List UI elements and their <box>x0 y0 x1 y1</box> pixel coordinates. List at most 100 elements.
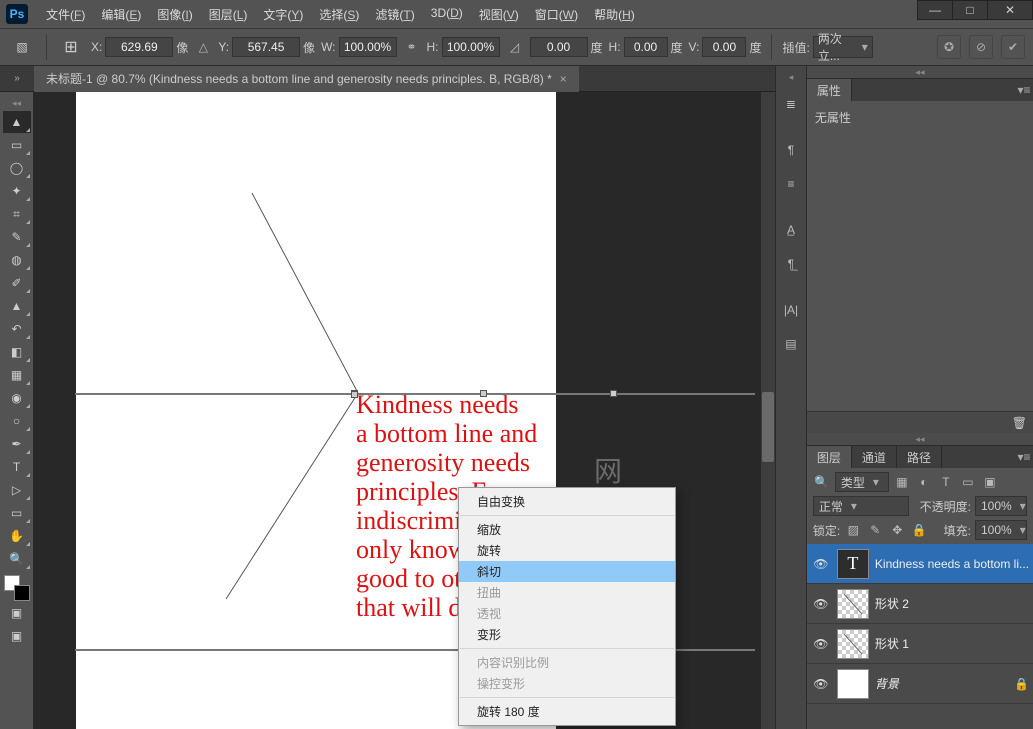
hand-tool[interactable]: ✋ <box>3 525 31 547</box>
field-hskew[interactable] <box>624 37 668 57</box>
transform-tool-icon[interactable]: ▧ <box>8 36 36 58</box>
cancel-transform-icon[interactable]: ⊘ <box>969 35 993 59</box>
field-y[interactable] <box>232 37 300 57</box>
layer-thumb[interactable] <box>837 629 869 659</box>
ctx-旋转 180 度[interactable]: 旋转 180 度 <box>459 701 675 722</box>
panel-collapse-top[interactable]: ◂◂ <box>807 66 1033 78</box>
lock-trans-icon[interactable]: ▨ <box>844 521 862 539</box>
qm-tool[interactable]: ▣ <box>3 602 31 624</box>
minimize-button[interactable]: — <box>917 0 953 20</box>
zoom-tool[interactable]: 🔍 <box>3 548 31 570</box>
menu-滤镜(T)[interactable]: 滤镜(T) <box>367 2 422 27</box>
visibility-icon[interactable]: 👁 <box>811 597 831 611</box>
layer-name[interactable]: 形状 2 <box>875 595 1029 612</box>
vertical-scrollbar[interactable] <box>761 92 775 729</box>
tab-路径[interactable]: 路径 <box>897 446 942 468</box>
toolbox-collapse-icon[interactable]: » <box>0 66 34 92</box>
swap-xy-icon[interactable]: △ <box>194 38 212 56</box>
dock-character-icon[interactable]: ¶ <box>777 136 805 164</box>
search-icon[interactable]: 🔍 <box>813 473 831 491</box>
move-tool[interactable]: ▲ <box>3 111 31 133</box>
visibility-icon[interactable]: 👁 <box>811 557 831 571</box>
ctx-旋转[interactable]: 旋转 <box>459 540 675 561</box>
menu-文件(F)[interactable]: 文件(F) <box>38 2 93 27</box>
brush-tool[interactable]: ✐ <box>3 272 31 294</box>
handle-ne[interactable] <box>610 390 617 397</box>
panel-collapse-mid[interactable]: ◂◂ <box>807 433 1033 445</box>
dock-swatches-icon[interactable]: ▤ <box>777 330 805 358</box>
link-wh-icon[interactable]: ⚭ <box>403 38 421 56</box>
heal-tool[interactable]: ◍ <box>3 249 31 271</box>
layer-row[interactable]: 👁背景🔒 <box>807 664 1033 704</box>
layer-thumb[interactable]: T <box>837 549 869 579</box>
menu-编辑(E)[interactable]: 编辑(E) <box>93 2 149 27</box>
trash-icon[interactable]: 🗑 <box>1012 416 1027 430</box>
eyedrop-tool[interactable]: ✎ <box>3 226 31 248</box>
lock-move-icon[interactable]: ✥ <box>888 521 906 539</box>
menu-帮助(H)[interactable]: 帮助(H) <box>586 2 643 27</box>
screen-tool[interactable]: ▣ <box>3 625 31 647</box>
filter-smart-icon[interactable]: ▣ <box>981 473 999 491</box>
layer-name[interactable]: 形状 1 <box>875 635 1029 652</box>
ctx-自由变换[interactable]: 自由变换 <box>459 491 675 512</box>
lasso-tool[interactable]: ◯ <box>3 157 31 179</box>
layer-thumb[interactable] <box>837 669 869 699</box>
lock-all-icon[interactable]: 🔒 <box>910 521 928 539</box>
tab-图层[interactable]: 图层 <box>807 446 852 468</box>
menu-图层(L)[interactable]: 图层(L) <box>201 2 256 27</box>
color-swatch[interactable] <box>4 575 30 601</box>
visibility-icon[interactable]: 👁 <box>811 637 831 651</box>
layer-row[interactable]: 👁 形状 2 <box>807 584 1033 624</box>
dock-collapse[interactable]: ◂ <box>789 72 794 84</box>
pen-tool[interactable]: ✒ <box>3 433 31 455</box>
maximize-button[interactable]: □ <box>952 0 988 20</box>
close-button[interactable]: ✕ <box>987 0 1033 20</box>
scroll-thumb[interactable] <box>762 392 774 462</box>
ctx-缩放[interactable]: 缩放 <box>459 519 675 540</box>
stamp-tool[interactable]: ▲ <box>3 295 31 317</box>
menu-窗口(W)[interactable]: 窗口(W) <box>527 2 586 27</box>
tab-properties[interactable]: 属性 <box>807 79 852 101</box>
eraser-tool[interactable]: ◧ <box>3 341 31 363</box>
visibility-icon[interactable]: 👁 <box>811 677 831 691</box>
layer-row[interactable]: 👁 T Kindness needs a bottom li... <box>807 544 1033 584</box>
type-tool[interactable]: T <box>3 456 31 478</box>
ctx-变形[interactable]: 变形 <box>459 624 675 645</box>
marquee-tool[interactable]: ▭ <box>3 134 31 156</box>
dock-history-icon[interactable]: ≣ <box>777 90 805 118</box>
document-tab[interactable]: 未标题-1 @ 80.7% (Kindness needs a bottom l… <box>34 66 579 92</box>
layer-name[interactable]: Kindness needs a bottom li... <box>875 557 1029 571</box>
blur-tool[interactable]: ◉ <box>3 387 31 409</box>
layers-menu-icon[interactable]: ▾≡ <box>1015 450 1033 464</box>
menu-选择(S)[interactable]: 选择(S) <box>311 2 367 27</box>
blend-mode-dropdown[interactable]: 正常 <box>813 496 909 516</box>
field-w[interactable] <box>339 37 397 57</box>
history-tool[interactable]: ↶ <box>3 318 31 340</box>
filter-pixel-icon[interactable]: ▦ <box>893 473 911 491</box>
filter-adjust-icon[interactable]: ◐ <box>915 473 933 491</box>
interp-dropdown[interactable]: 两次立... <box>813 36 873 58</box>
field-x[interactable] <box>105 37 173 57</box>
path-tool[interactable]: ▷ <box>3 479 31 501</box>
menu-图像(I)[interactable]: 图像(I) <box>149 2 200 27</box>
filter-shape-icon[interactable]: ▭ <box>959 473 977 491</box>
reference-point-icon[interactable]: ⊞ <box>57 36 85 58</box>
layer-name[interactable]: 背景 <box>875 675 1008 692</box>
dock-glyph-icon[interactable]: |A| <box>777 296 805 324</box>
fill-field[interactable]: 100% <box>975 520 1027 540</box>
menu-3D(D)[interactable]: 3D(D) <box>423 2 471 27</box>
panel-menu-icon[interactable]: ▾≡ <box>1015 83 1033 97</box>
tab-通道[interactable]: 通道 <box>852 446 897 468</box>
lock-paint-icon[interactable]: ✎ <box>866 521 884 539</box>
crop-tool[interactable]: ⌗ <box>3 203 31 225</box>
filter-kind-dropdown[interactable]: 类型 <box>835 472 889 492</box>
opacity-field[interactable]: 100% <box>975 496 1027 516</box>
dock-styles-a-icon[interactable]: A̲ <box>777 216 805 244</box>
field-vskew[interactable] <box>702 37 746 57</box>
dock-paragraph-icon[interactable]: ≡ <box>777 170 805 198</box>
filter-text-icon[interactable]: T <box>937 473 955 491</box>
field-angle[interactable] <box>530 37 588 57</box>
gradient-tool[interactable]: ▦ <box>3 364 31 386</box>
toolbox-collapse[interactable]: ◂◂ <box>0 96 33 110</box>
wand-tool[interactable]: ✦ <box>3 180 31 202</box>
